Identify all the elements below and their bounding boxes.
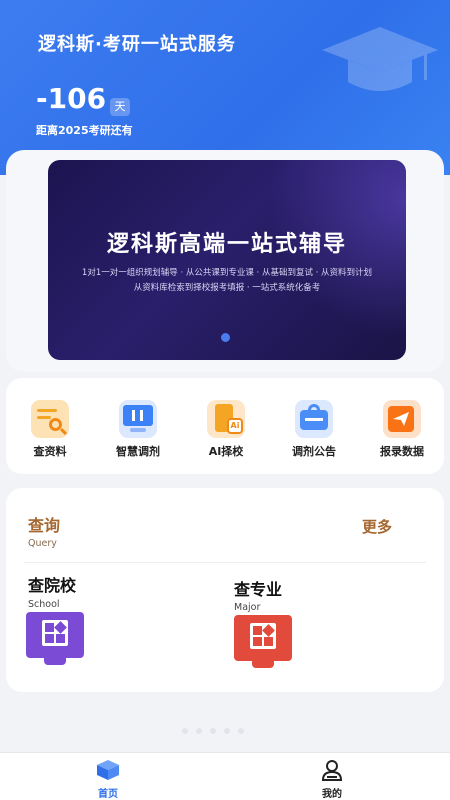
- tab-mine[interactable]: 我的: [302, 759, 362, 800]
- countdown-label: 距离2025考研还有: [36, 124, 133, 137]
- page-dot: [210, 728, 216, 734]
- banner-subtitle-line2: 从资料库检索到择校报考填报 · 一站式系统化备考: [133, 283, 321, 293]
- major-grid-icon: [234, 615, 292, 668]
- tab-label: 首页: [98, 789, 118, 800]
- page-dot: [182, 728, 188, 734]
- promo-banner[interactable]: 逻科斯高端一站式辅导 1对1一对一组织规划辅导 · 从公共课到专业课 · 从基础…: [48, 160, 406, 360]
- page-dot: [224, 728, 230, 734]
- quick-actions-panel: 查资料 智慧调剂 Ai AI择校 调剂公告 报录数据: [6, 378, 444, 474]
- school-grid-icon: [26, 612, 84, 665]
- query-card-title: 查专业: [234, 580, 283, 599]
- quick-action-search-materials[interactable]: 查资料: [10, 400, 90, 459]
- announcement-icon: [295, 400, 333, 438]
- quick-action-label: 报录数据: [380, 445, 424, 458]
- quick-action-label: 智慧调剂: [116, 445, 160, 458]
- divider: [24, 562, 426, 563]
- query-section-subtitle: Query: [28, 538, 57, 549]
- banner-subtitle-line1: 1对1一对一组织规划辅导 · 从公共课到专业课 · 从基础到复试 · 从资料到计…: [81, 268, 373, 278]
- quick-action-label: AI择校: [208, 445, 244, 458]
- banner-title: 逻科斯高端一站式辅导: [106, 232, 347, 257]
- banner-light-decoration: [246, 160, 406, 360]
- monitor-transfer-icon: [119, 400, 157, 438]
- tab-label: 我的: [322, 789, 342, 800]
- home-cube-icon: [97, 760, 119, 780]
- page-dot: [238, 728, 244, 734]
- banner-indicator-dot[interactable]: [221, 333, 230, 342]
- query-section-title: 查询: [28, 516, 61, 535]
- quick-action-transfer-notice[interactable]: 调剂公告: [274, 400, 354, 459]
- bottom-tab-bar: 首页 我的: [0, 752, 450, 800]
- quick-action-label: 调剂公告: [292, 445, 336, 458]
- page-indicator: [182, 728, 244, 734]
- countdown-value: -106: [36, 82, 107, 115]
- page-dot: [196, 728, 202, 734]
- query-section: 查询 Query 更多 查院校 School 查专业 Major: [6, 488, 444, 692]
- quick-action-admission-data[interactable]: 报录数据: [362, 400, 442, 459]
- query-card-subtitle: School: [28, 599, 60, 610]
- graduation-cap-icon: [322, 27, 438, 91]
- quick-action-smart-transfer[interactable]: 智慧调剂: [98, 400, 178, 459]
- user-icon: [321, 760, 343, 781]
- paper-plane-data-icon: [383, 400, 421, 438]
- more-link[interactable]: 更多: [362, 516, 392, 537]
- countdown-unit-badge: 天: [110, 98, 130, 116]
- search-document-icon: [31, 400, 69, 438]
- quick-action-ai-school[interactable]: Ai AI择校: [186, 400, 266, 459]
- query-card-subtitle: Major: [234, 602, 261, 613]
- tab-home[interactable]: 首页: [78, 759, 138, 800]
- quick-action-label: 查资料: [33, 445, 67, 458]
- header-banner: 逻科斯·考研一站式服务 -106 天 距离2025考研还有: [0, 0, 450, 175]
- app-title: 逻科斯·考研一站式服务: [38, 34, 236, 55]
- query-card-title: 查院校: [28, 576, 77, 595]
- ai-school-building-icon: Ai: [207, 400, 245, 438]
